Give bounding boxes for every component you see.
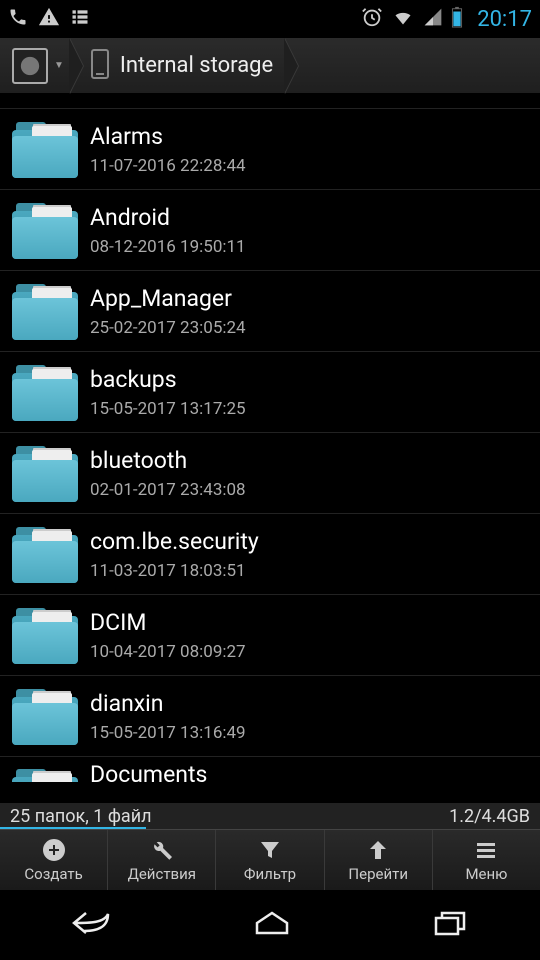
home-button[interactable] [221,899,323,951]
file-date: 11-07-2016 22:28:44 [90,156,246,176]
folder-icon [10,282,80,340]
file-name: bluetooth [90,447,528,474]
list-icon [70,7,90,31]
phone-handset-icon [8,7,28,31]
file-date: 25-02-2017 23:05:24 [90,318,246,338]
file-date: 11-03-2017 18:03:51 [90,561,246,581]
breadcrumb-separator-icon [285,38,299,94]
file-row[interactable]: com.lbe.security 11-03-2017 18:03:51 [0,514,540,595]
file-row[interactable]: 01-12-2016 23:09:10 [0,94,540,109]
folder-icon [10,687,80,745]
file-type: 08-12-2016 19:50:11 [90,237,246,257]
dropdown-icon: ▼ [54,60,64,71]
menu-label: Меню [465,865,507,883]
file-date: 15-05-2017 13:17:25 [90,399,246,419]
file-row[interactable]: dianxin 15-05-2017 13:16:49 [0,676,540,757]
filter-icon [258,837,282,863]
bottom-toolbar: Создать Действия Фильтр Перейти Меню [0,829,540,890]
plus-circle-icon [42,837,66,863]
filter-button[interactable]: Фильтр [216,830,324,890]
battery-icon [451,6,463,32]
file-name: Alarms [90,123,528,150]
clock-time: 20:17 [477,7,532,32]
file-date: 02-01-2017 23:43:08 [90,480,246,500]
file-name: backups [90,366,528,393]
folder-icon [10,444,80,502]
breadcrumb: ▼ Internal storage [0,38,540,94]
menu-button[interactable]: Меню [433,830,540,890]
recent-apps-button[interactable] [402,899,500,951]
folder-icon [10,767,80,782]
file-row[interactable]: Documents [0,757,540,782]
wifi-icon [391,7,415,31]
file-row[interactable]: App_Manager 25-02-2017 23:05:24 [0,271,540,352]
file-row[interactable]: Android 08-12-2016 19:50:11 [0,190,540,271]
system-nav-bar [0,890,540,960]
file-name: Android [90,204,528,231]
file-date: 10-04-2017 08:09:27 [90,642,246,662]
warning-icon [38,6,60,32]
file-row[interactable]: backups 15-05-2017 13:17:25 [0,352,540,433]
file-type: 11-03-2017 18:03:51 [90,561,246,581]
goto-button[interactable]: Перейти [325,830,433,890]
file-type: 02-01-2017 23:43:08 [90,480,246,500]
file-type: 11-07-2016 22:28:44 [90,156,246,176]
tools-icon [150,837,174,863]
breadcrumb-separator-icon [70,38,84,94]
file-name: DCIM [90,609,528,636]
app-icon [12,48,48,84]
file-date: 15-05-2017 13:16:49 [90,723,246,743]
file-type: 15-05-2017 13:16:49 [90,723,246,743]
folder-icon [10,525,80,583]
file-list[interactable]: 01-12-2016 23:09:10 Alarms 11-07-2016 22:2… [0,94,540,803]
file-name: Documents [90,761,528,782]
goto-label: Перейти [348,865,408,883]
back-button[interactable] [40,899,142,951]
file-row[interactable]: bluetooth 02-01-2017 23:43:08 [0,433,540,514]
file-type: 10-04-2017 08:09:27 [90,642,246,662]
file-name: com.lbe.security [90,528,528,555]
actions-label: Действия [128,865,196,883]
storage-usage: 1.2/4.4GB [449,806,530,827]
folder-icon [10,120,80,178]
file-row[interactable]: DCIM 10-04-2017 08:09:27 [0,595,540,676]
create-label: Создать [24,865,82,883]
file-type: 25-02-2017 23:05:24 [90,318,246,338]
folder-icon [10,201,80,259]
file-name: App_Manager [90,285,528,312]
arrow-up-icon [366,837,390,863]
alarm-icon [361,6,383,32]
file-name: dianxin [90,690,528,717]
breadcrumb-label: Internal storage [120,53,273,78]
breadcrumb-location[interactable]: Internal storage [84,38,287,94]
phone-storage-icon [90,48,110,84]
file-date: 08-12-2016 19:50:11 [90,237,246,257]
file-type: 15-05-2017 13:17:25 [90,399,246,419]
create-button[interactable]: Создать [0,830,108,890]
filter-label: Фильтр [244,865,296,883]
file-row[interactable]: Alarms 11-07-2016 22:28:44 [0,109,540,190]
actions-button[interactable]: Действия [108,830,216,890]
hamburger-icon [474,837,498,863]
stats-bar: 25 папок, 1 файл 1.2/4.4GB [0,803,540,829]
signal-icon [423,7,443,31]
status-bar: 20:17 [0,0,540,38]
app-root-button[interactable]: ▼ [4,40,72,92]
folder-count: 25 папок, 1 файл [10,806,152,827]
folder-icon [10,606,80,664]
folder-icon [10,363,80,421]
